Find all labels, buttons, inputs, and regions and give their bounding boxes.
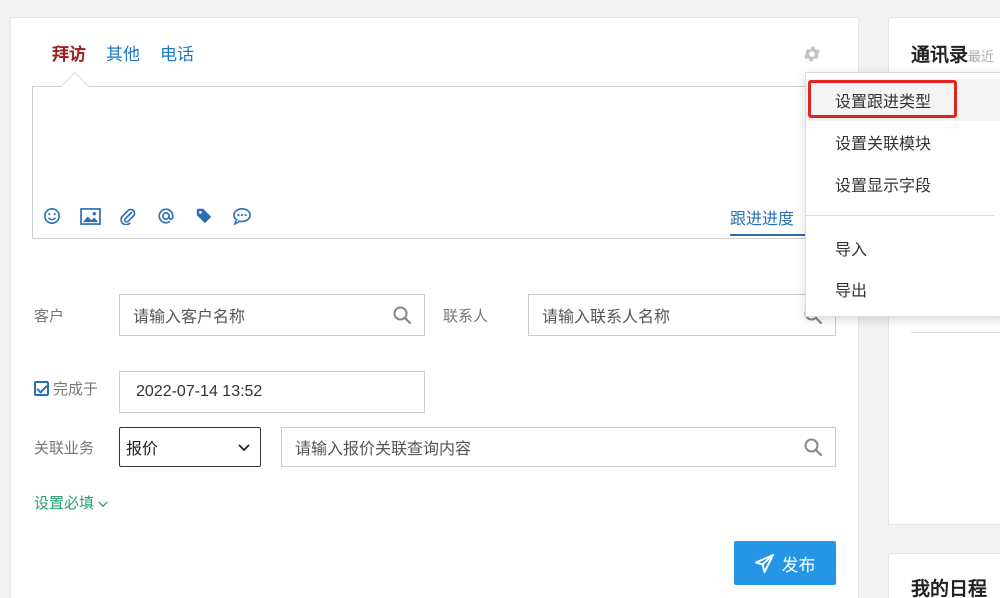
highlight-box [808, 80, 957, 118]
contacts-subtitle[interactable]: 最近 [968, 49, 994, 64]
at-icon[interactable] [155, 205, 177, 227]
paperclip-icon[interactable] [117, 205, 139, 227]
contact-input[interactable]: 请输入联系人名称 [528, 294, 836, 336]
tab-other[interactable]: 其他 [106, 40, 140, 65]
menu-item-set-display-fields[interactable]: 设置显示字段 [806, 163, 1000, 205]
publish-label: 发布 [781, 555, 816, 575]
menu-divider [806, 215, 994, 216]
contact-label: 联系人 [443, 308, 489, 325]
customer-input[interactable]: 请输入客户名称 [119, 294, 425, 336]
completed-checkbox[interactable] [34, 381, 49, 396]
completed-label: 完成于 [53, 381, 99, 398]
related-search-placeholder: 请输入报价关联查询内容 [295, 441, 472, 458]
set-required-label: 设置必填 [34, 495, 95, 512]
related-business-select[interactable]: 报价 [119, 427, 261, 467]
activity-tabs: 拜访 其他 电话 [52, 40, 214, 65]
menu-item-import[interactable]: 导入 [806, 227, 1000, 269]
related-business-label: 关联业务 [34, 440, 95, 457]
set-required-link[interactable]: 设置必填 [34, 492, 108, 513]
tab-phone[interactable]: 电话 [160, 40, 194, 65]
activity-editor[interactable]: 跟进进度 [32, 86, 836, 239]
customer-label: 客户 [34, 308, 65, 325]
tag-icon[interactable] [193, 205, 215, 227]
divider [911, 332, 1000, 333]
image-icon[interactable] [79, 205, 101, 227]
comment-icon[interactable] [231, 205, 253, 227]
related-search-input[interactable]: 请输入报价关联查询内容 [281, 427, 836, 467]
send-icon [754, 553, 774, 573]
chevron-down-icon [238, 439, 250, 455]
editor-toolbar [41, 205, 253, 227]
search-icon[interactable] [803, 437, 823, 457]
completed-datetime-input[interactable]: 2022-07-14 13:52 [119, 371, 425, 413]
schedule-title: 我的日程 [911, 579, 988, 598]
smile-icon[interactable] [41, 205, 63, 227]
gear-icon[interactable] [802, 44, 822, 64]
customer-placeholder: 请输入客户名称 [133, 309, 246, 326]
menu-item-export[interactable]: 导出 [806, 268, 1000, 310]
chevron-down-icon [98, 501, 108, 508]
search-icon[interactable] [392, 305, 412, 325]
contact-placeholder: 请输入联系人名称 [542, 309, 671, 326]
publish-button[interactable]: 发布 [734, 541, 836, 585]
completed-datetime-value: 2022-07-14 13:52 [136, 383, 263, 400]
schedule-panel: 我的日程 [888, 553, 1000, 598]
tab-visit[interactable]: 拜访 [52, 40, 86, 65]
related-business-select-value: 报价 [126, 441, 159, 458]
contacts-title: 通讯录最近 [911, 45, 995, 66]
completed-checkbox-row[interactable]: 完成于 [34, 378, 98, 399]
menu-item-set-related-module[interactable]: 设置关联模块 [806, 121, 1000, 163]
